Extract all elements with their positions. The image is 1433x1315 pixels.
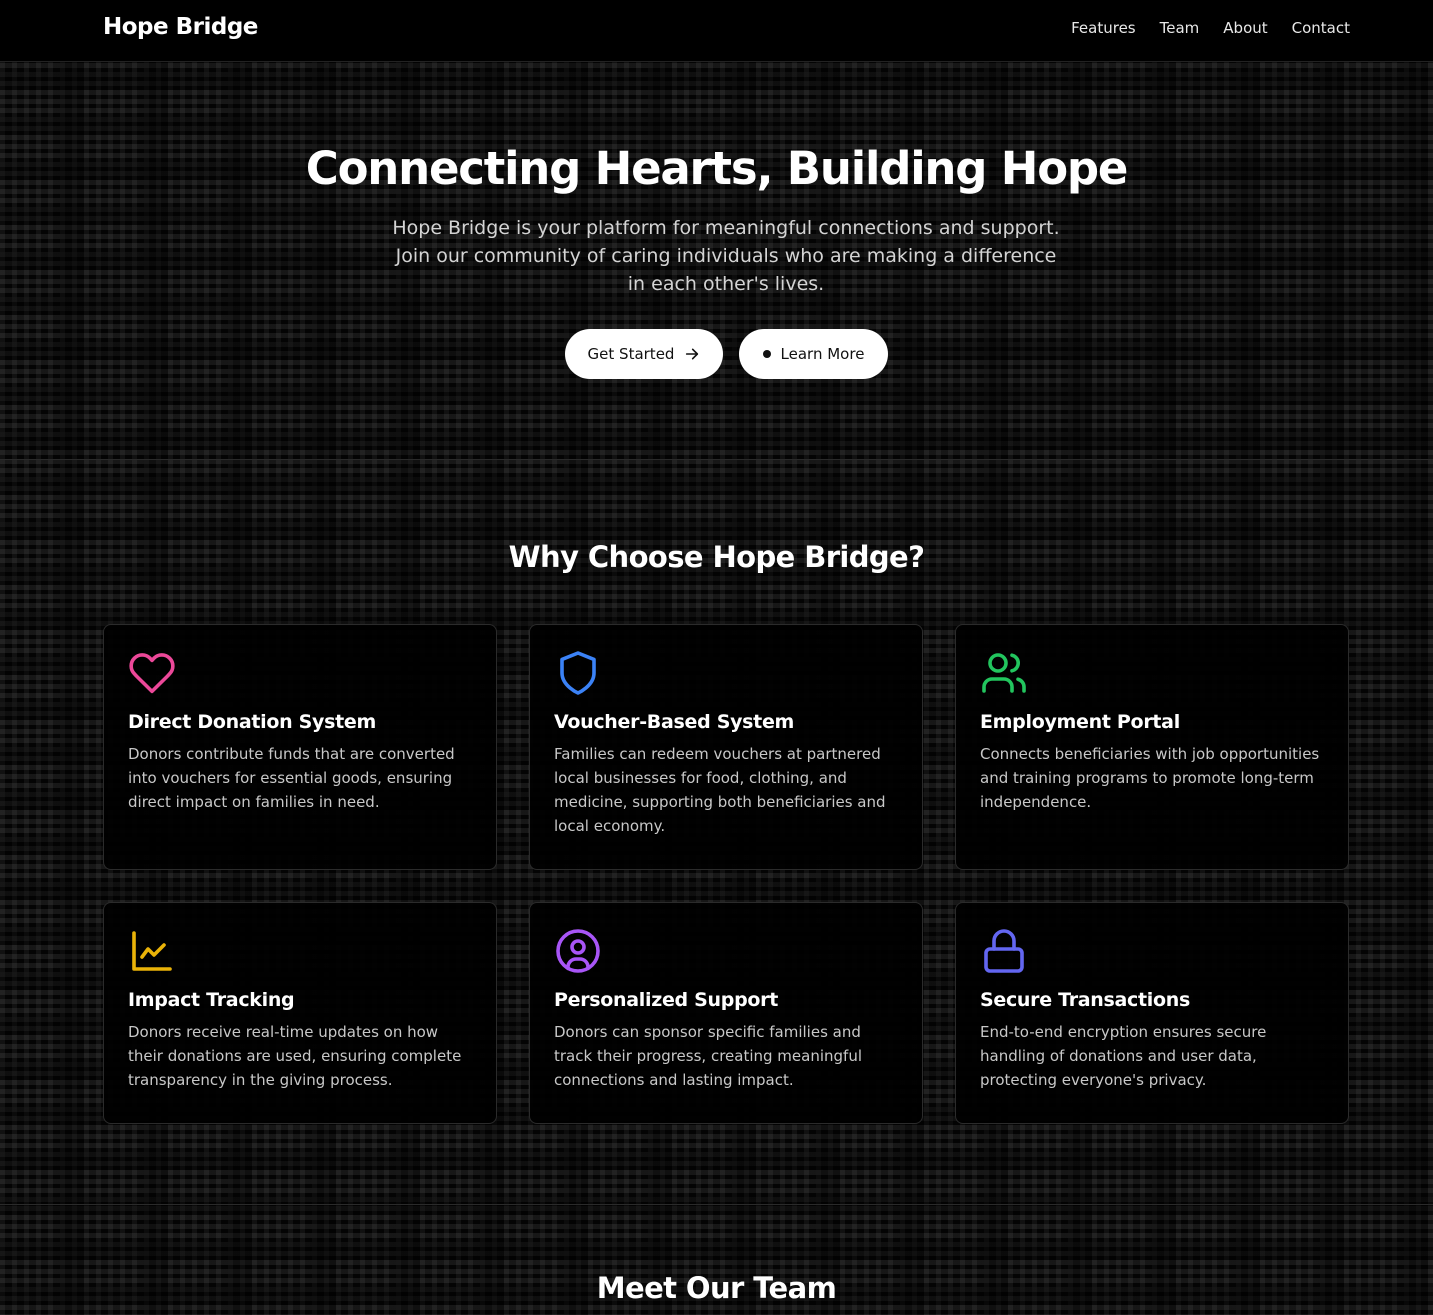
top-navbar: Hope Bridge Features Team About Contact xyxy=(0,0,1433,62)
nav-link-team[interactable]: Team xyxy=(1160,19,1200,37)
feature-title: Employment Portal xyxy=(980,711,1180,733)
feature-card-voucher: Voucher-Based System Families can redeem… xyxy=(529,624,923,870)
feature-card-direct-donation: Direct Donation System Donors contribute… xyxy=(103,624,497,870)
feature-card-personalized-support: Personalized Support Donors can sponsor … xyxy=(529,902,923,1124)
features-section: Why Choose Hope Bridge? Direct Donation … xyxy=(0,460,1433,1205)
get-started-label: Get Started xyxy=(587,345,675,363)
line-chart-icon xyxy=(132,931,172,971)
lock-icon xyxy=(984,929,1024,973)
feature-title: Personalized Support xyxy=(554,989,778,1011)
nav-link-about[interactable]: About xyxy=(1223,19,1267,37)
feature-title: Direct Donation System xyxy=(128,711,377,733)
hero-title: Connecting Hearts, Building Hope xyxy=(305,142,1129,195)
feature-title: Voucher-Based System xyxy=(554,711,795,733)
features-grid: Direct Donation System Donors contribute… xyxy=(103,624,1350,1124)
feature-description: Donors receive real-time updates on how … xyxy=(128,1023,462,1089)
feature-description: Families can redeem vouchers at partnere… xyxy=(554,745,886,835)
get-started-button[interactable]: Get Started xyxy=(565,329,723,379)
feature-description: Donors can sponsor specific families and… xyxy=(554,1023,862,1089)
user-circle-icon xyxy=(556,929,600,973)
feature-description: Donors contribute funds that are convert… xyxy=(128,745,455,811)
feature-card-employment: Employment Portal Connects beneficiaries… xyxy=(955,624,1349,870)
feature-description: Connects beneficiaries with job opportun… xyxy=(980,745,1320,811)
nav-links: Features Team About Contact xyxy=(1071,19,1350,37)
nav-link-features[interactable]: Features xyxy=(1071,19,1136,37)
features-title: Why Choose Hope Bridge? xyxy=(508,540,925,574)
shield-icon xyxy=(560,651,596,695)
hero-section: Connecting Hearts, Building Hope Hope Br… xyxy=(0,62,1433,460)
users-icon xyxy=(982,653,1026,693)
learn-more-button[interactable]: Learn More xyxy=(739,329,888,379)
dot-icon xyxy=(762,350,771,358)
feature-title: Impact Tracking xyxy=(128,989,295,1011)
hero-subtitle: Hope Bridge is your platform for meaning… xyxy=(392,217,1060,295)
team-title: Meet Our Team xyxy=(596,1271,837,1305)
brand-logo[interactable]: Hope Bridge xyxy=(103,14,258,40)
feature-card-impact-tracking: Impact Tracking Donors receive real-time… xyxy=(103,902,497,1124)
feature-description: End-to-end encryption ensures secure han… xyxy=(980,1023,1267,1089)
team-section: Meet Our Team xyxy=(0,1205,1433,1315)
page: Hope Bridge Features Team About Contact … xyxy=(0,0,1433,1315)
feature-card-secure-transactions: Secure Transactions End-to-end encryptio… xyxy=(955,902,1349,1124)
nav-link-contact[interactable]: Contact xyxy=(1292,19,1350,37)
hero-buttons: Get Started Learn More xyxy=(565,329,888,379)
learn-more-label: Learn More xyxy=(780,345,865,363)
feature-title: Secure Transactions xyxy=(980,989,1190,1011)
heart-icon xyxy=(129,653,175,694)
arrow-right-icon xyxy=(686,348,699,360)
